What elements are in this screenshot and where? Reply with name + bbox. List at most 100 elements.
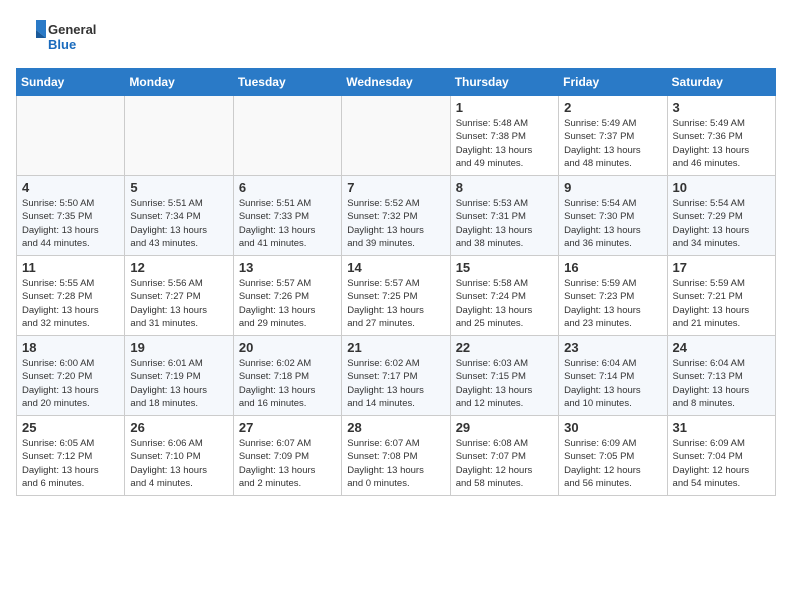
calendar-cell: 4 Sunrise: 5:50 AM Sunset: 7:35 PM Daylig… bbox=[17, 176, 125, 256]
calendar-week-row: 4 Sunrise: 5:50 AM Sunset: 7:35 PM Daylig… bbox=[17, 176, 776, 256]
day-info: Sunrise: 6:05 AM Sunset: 7:12 PM Dayligh… bbox=[22, 437, 119, 490]
day-number: 29 bbox=[456, 420, 553, 435]
calendar-cell: 27Sunrise: 6:07 AM Sunset: 7:09 PM Dayli… bbox=[233, 416, 341, 496]
day-info: Sunrise: 5:58 AM Sunset: 7:24 PM Dayligh… bbox=[456, 277, 553, 330]
day-number: 11 bbox=[22, 260, 119, 275]
calendar-cell: 13Sunrise: 5:57 AM Sunset: 7:26 PM Dayli… bbox=[233, 256, 341, 336]
day-info: Sunrise: 6:02 AM Sunset: 7:18 PM Dayligh… bbox=[239, 357, 336, 410]
svg-text:Blue: Blue bbox=[48, 37, 76, 52]
calendar-week-row: 18 Sunrise: 6:00 AM Sunset: 7:20 PM Dayli… bbox=[17, 336, 776, 416]
day-info: Sunrise: 5:48 AM Sunset: 7:38 PM Dayligh… bbox=[456, 117, 553, 170]
day-number: 20 bbox=[239, 340, 336, 355]
day-number: 23 bbox=[564, 340, 661, 355]
calendar-cell: 19 Sunrise: 6:01 AM Sunset: 7:19 PM Dayli… bbox=[125, 336, 233, 416]
day-info: Sunrise: 6:07 AM Sunset: 7:08 PM Dayligh… bbox=[347, 437, 444, 490]
calendar-week-row: 1 Sunrise: 5:48 AM Sunset: 7:38 PM Daylig… bbox=[17, 96, 776, 176]
day-info: Sunrise: 6:00 AM Sunset: 7:20 PM Dayligh… bbox=[22, 357, 119, 410]
calendar-cell: 1 Sunrise: 5:48 AM Sunset: 7:38 PM Daylig… bbox=[450, 96, 558, 176]
day-number: 16 bbox=[564, 260, 661, 275]
calendar-cell: 23 Sunrise: 6:04 AM Sunset: 7:14 PM Dayli… bbox=[559, 336, 667, 416]
day-number: 22 bbox=[456, 340, 553, 355]
calendar-cell: 8Sunrise: 5:53 AM Sunset: 7:31 PM Daylig… bbox=[450, 176, 558, 256]
day-info: Sunrise: 5:51 AM Sunset: 7:33 PM Dayligh… bbox=[239, 197, 336, 250]
calendar-cell: 29 Sunrise: 6:08 AM Sunset: 7:07 PM Dayli… bbox=[450, 416, 558, 496]
calendar-cell: 18 Sunrise: 6:00 AM Sunset: 7:20 PM Dayli… bbox=[17, 336, 125, 416]
day-info: Sunrise: 5:50 AM Sunset: 7:35 PM Dayligh… bbox=[22, 197, 119, 250]
logo: General Blue bbox=[16, 16, 106, 56]
day-header-monday: Monday bbox=[125, 69, 233, 96]
calendar-cell: 28 Sunrise: 6:07 AM Sunset: 7:08 PM Dayli… bbox=[342, 416, 450, 496]
calendar-cell bbox=[342, 96, 450, 176]
svg-text:General: General bbox=[48, 22, 96, 37]
calendar-header-row: SundayMondayTuesdayWednesdayThursdayFrid… bbox=[17, 69, 776, 96]
day-info: Sunrise: 5:51 AM Sunset: 7:34 PM Dayligh… bbox=[130, 197, 227, 250]
day-info: Sunrise: 5:57 AM Sunset: 7:26 PM Dayligh… bbox=[239, 277, 336, 330]
day-header-wednesday: Wednesday bbox=[342, 69, 450, 96]
day-info: Sunrise: 6:08 AM Sunset: 7:07 PM Dayligh… bbox=[456, 437, 553, 490]
day-info: Sunrise: 5:56 AM Sunset: 7:27 PM Dayligh… bbox=[130, 277, 227, 330]
day-number: 7 bbox=[347, 180, 444, 195]
day-info: Sunrise: 5:54 AM Sunset: 7:30 PM Dayligh… bbox=[564, 197, 661, 250]
day-info: Sunrise: 5:59 AM Sunset: 7:23 PM Dayligh… bbox=[564, 277, 661, 330]
calendar-cell bbox=[125, 96, 233, 176]
calendar-table: SundayMondayTuesdayWednesdayThursdayFrid… bbox=[16, 68, 776, 496]
day-info: Sunrise: 5:59 AM Sunset: 7:21 PM Dayligh… bbox=[673, 277, 770, 330]
day-info: Sunrise: 6:01 AM Sunset: 7:19 PM Dayligh… bbox=[130, 357, 227, 410]
day-header-sunday: Sunday bbox=[17, 69, 125, 96]
calendar-cell bbox=[17, 96, 125, 176]
calendar-cell: 10Sunrise: 5:54 AM Sunset: 7:29 PM Dayli… bbox=[667, 176, 775, 256]
day-info: Sunrise: 5:49 AM Sunset: 7:36 PM Dayligh… bbox=[673, 117, 770, 170]
day-header-tuesday: Tuesday bbox=[233, 69, 341, 96]
day-number: 1 bbox=[456, 100, 553, 115]
calendar-cell: 31 Sunrise: 6:09 AM Sunset: 7:04 PM Dayli… bbox=[667, 416, 775, 496]
calendar-cell: 7 Sunrise: 5:52 AM Sunset: 7:32 PM Daylig… bbox=[342, 176, 450, 256]
calendar-cell: 2Sunrise: 5:49 AM Sunset: 7:37 PM Daylig… bbox=[559, 96, 667, 176]
day-number: 4 bbox=[22, 180, 119, 195]
calendar-cell: 21 Sunrise: 6:02 AM Sunset: 7:17 PM Dayli… bbox=[342, 336, 450, 416]
calendar-cell: 20 Sunrise: 6:02 AM Sunset: 7:18 PM Dayli… bbox=[233, 336, 341, 416]
day-number: 12 bbox=[130, 260, 227, 275]
day-number: 21 bbox=[347, 340, 444, 355]
calendar-cell: 14Sunrise: 5:57 AM Sunset: 7:25 PM Dayli… bbox=[342, 256, 450, 336]
day-number: 24 bbox=[673, 340, 770, 355]
calendar-cell: 22Sunrise: 6:03 AM Sunset: 7:15 PM Dayli… bbox=[450, 336, 558, 416]
day-number: 8 bbox=[456, 180, 553, 195]
day-info: Sunrise: 6:04 AM Sunset: 7:14 PM Dayligh… bbox=[564, 357, 661, 410]
day-number: 18 bbox=[22, 340, 119, 355]
day-number: 28 bbox=[347, 420, 444, 435]
calendar-cell: 11 Sunrise: 5:55 AM Sunset: 7:28 PM Dayli… bbox=[17, 256, 125, 336]
calendar-week-row: 25 Sunrise: 6:05 AM Sunset: 7:12 PM Dayli… bbox=[17, 416, 776, 496]
day-number: 19 bbox=[130, 340, 227, 355]
day-number: 31 bbox=[673, 420, 770, 435]
calendar-cell: 3 Sunrise: 5:49 AM Sunset: 7:36 PM Daylig… bbox=[667, 96, 775, 176]
day-number: 14 bbox=[347, 260, 444, 275]
day-info: Sunrise: 6:02 AM Sunset: 7:17 PM Dayligh… bbox=[347, 357, 444, 410]
day-info: Sunrise: 5:52 AM Sunset: 7:32 PM Dayligh… bbox=[347, 197, 444, 250]
day-header-saturday: Saturday bbox=[667, 69, 775, 96]
day-info: Sunrise: 6:04 AM Sunset: 7:13 PM Dayligh… bbox=[673, 357, 770, 410]
day-number: 27 bbox=[239, 420, 336, 435]
logo-svg: General Blue bbox=[16, 16, 106, 56]
day-info: Sunrise: 6:09 AM Sunset: 7:04 PM Dayligh… bbox=[673, 437, 770, 490]
day-header-thursday: Thursday bbox=[450, 69, 558, 96]
day-number: 25 bbox=[22, 420, 119, 435]
calendar-cell: 9 Sunrise: 5:54 AM Sunset: 7:30 PM Daylig… bbox=[559, 176, 667, 256]
day-number: 10 bbox=[673, 180, 770, 195]
day-number: 3 bbox=[673, 100, 770, 115]
day-number: 30 bbox=[564, 420, 661, 435]
calendar-cell: 16 Sunrise: 5:59 AM Sunset: 7:23 PM Dayli… bbox=[559, 256, 667, 336]
calendar-cell: 24 Sunrise: 6:04 AM Sunset: 7:13 PM Dayli… bbox=[667, 336, 775, 416]
calendar-cell: 25 Sunrise: 6:05 AM Sunset: 7:12 PM Dayli… bbox=[17, 416, 125, 496]
day-number: 2 bbox=[564, 100, 661, 115]
day-info: Sunrise: 6:09 AM Sunset: 7:05 PM Dayligh… bbox=[564, 437, 661, 490]
calendar-cell: 15Sunrise: 5:58 AM Sunset: 7:24 PM Dayli… bbox=[450, 256, 558, 336]
day-number: 9 bbox=[564, 180, 661, 195]
header: General Blue bbox=[16, 16, 776, 56]
day-number: 6 bbox=[239, 180, 336, 195]
day-info: Sunrise: 5:55 AM Sunset: 7:28 PM Dayligh… bbox=[22, 277, 119, 330]
calendar-cell: 6 Sunrise: 5:51 AM Sunset: 7:33 PM Daylig… bbox=[233, 176, 341, 256]
calendar-week-row: 11 Sunrise: 5:55 AM Sunset: 7:28 PM Dayli… bbox=[17, 256, 776, 336]
day-info: Sunrise: 6:06 AM Sunset: 7:10 PM Dayligh… bbox=[130, 437, 227, 490]
calendar-cell: 5Sunrise: 5:51 AM Sunset: 7:34 PM Daylig… bbox=[125, 176, 233, 256]
day-header-friday: Friday bbox=[559, 69, 667, 96]
